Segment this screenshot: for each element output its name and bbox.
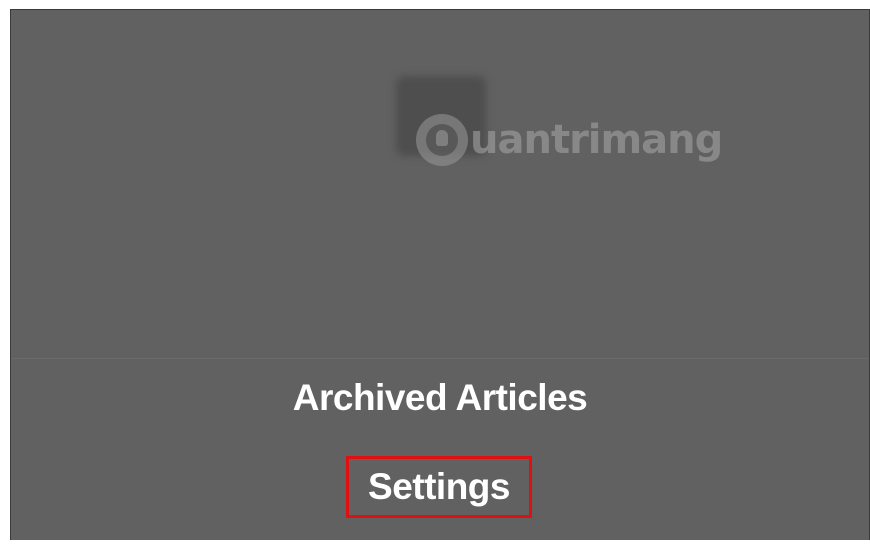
menu-item-settings-label: Settings: [368, 466, 510, 507]
menu-item-settings[interactable]: Settings: [346, 456, 532, 518]
divider: [11, 358, 869, 359]
menu-overlay: uantrimang Archived Articles Settings: [10, 9, 870, 541]
lightbulb-logo-icon: [416, 114, 468, 166]
blurred-background-content: [11, 10, 869, 350]
menu-item-archived-articles[interactable]: Archived Articles: [11, 377, 869, 419]
watermark: uantrimang: [416, 110, 723, 170]
bottom-margin: [0, 540, 870, 548]
watermark-brand: uantrimang: [470, 117, 723, 163]
